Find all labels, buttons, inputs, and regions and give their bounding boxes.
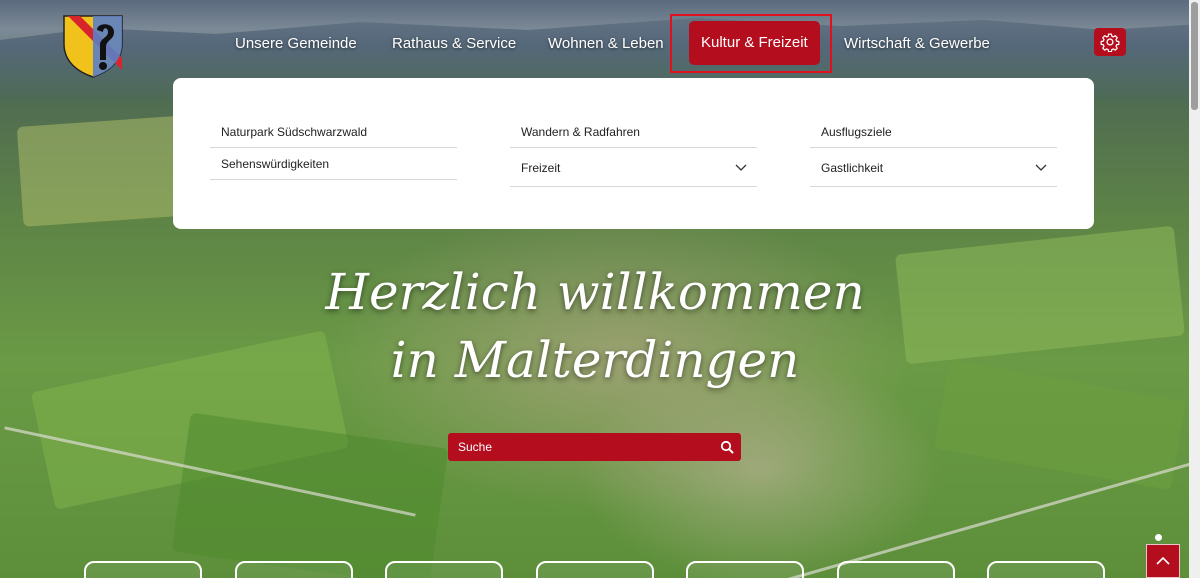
menu-item-gastlichkeit[interactable]: Gastlichkeit — [810, 149, 1057, 187]
quick-link-tile[interactable] — [987, 561, 1105, 578]
menu-item-sehenswuerdigkeiten[interactable]: Sehenswürdigkeiten — [210, 149, 457, 180]
search-button[interactable] — [713, 433, 741, 461]
menu-item-label: Gastlichkeit — [821, 161, 884, 175]
search-input[interactable] — [448, 433, 713, 461]
gear-icon — [1100, 33, 1120, 52]
highlight-outline — [670, 14, 832, 73]
chevron-up-icon — [1156, 556, 1170, 565]
field-patch — [171, 412, 449, 578]
hero-headline: Herzlich willkommen in Malterdingen — [300, 258, 890, 394]
menu-item-label: Freizeit — [521, 161, 561, 175]
quick-link-tile[interactable] — [536, 561, 654, 578]
search-icon — [720, 440, 734, 454]
quick-link-tile[interactable] — [385, 561, 503, 578]
menu-item-naturpark[interactable]: Naturpark Südschwarzwald — [210, 117, 457, 148]
menu-item-ausflugsziele[interactable]: Ausflugsziele — [810, 117, 1057, 148]
search-bar — [448, 433, 741, 461]
indicator-dot — [1155, 534, 1162, 541]
chevron-down-icon[interactable] — [735, 161, 747, 173]
field-patch — [895, 225, 1185, 365]
coat-of-arms-logo[interactable] — [62, 14, 124, 78]
menu-item-wandern-radfahren[interactable]: Wandern & Radfahren — [510, 117, 757, 148]
quick-link-tile[interactable] — [84, 561, 202, 578]
nav-item-rathaus-service[interactable]: Rathaus & Service — [392, 31, 516, 57]
scrollbar-thumb[interactable] — [1191, 2, 1198, 110]
settings-button[interactable] — [1094, 28, 1126, 56]
hero-headline-line2: in Malterdingen — [390, 331, 800, 389]
hero-headline-line1: Herzlich willkommen — [325, 263, 865, 321]
nav-item-wirtschaft-gewerbe[interactable]: Wirtschaft & Gewerbe — [844, 31, 990, 57]
quick-link-tile[interactable] — [837, 561, 955, 578]
chevron-down-icon[interactable] — [1035, 161, 1047, 173]
quick-link-tile[interactable] — [235, 561, 353, 578]
field-patch — [934, 359, 1186, 491]
quick-link-tile[interactable] — [686, 561, 804, 578]
nav-item-unsere-gemeinde[interactable]: Unsere Gemeinde — [235, 31, 357, 57]
scroll-to-top-button[interactable] — [1146, 544, 1180, 578]
mega-menu-dropdown: Naturpark Südschwarzwald Sehenswürdigkei… — [173, 78, 1094, 229]
nav-item-wohnen-leben[interactable]: Wohnen & Leben — [548, 31, 664, 57]
menu-item-freizeit[interactable]: Freizeit — [510, 149, 757, 187]
